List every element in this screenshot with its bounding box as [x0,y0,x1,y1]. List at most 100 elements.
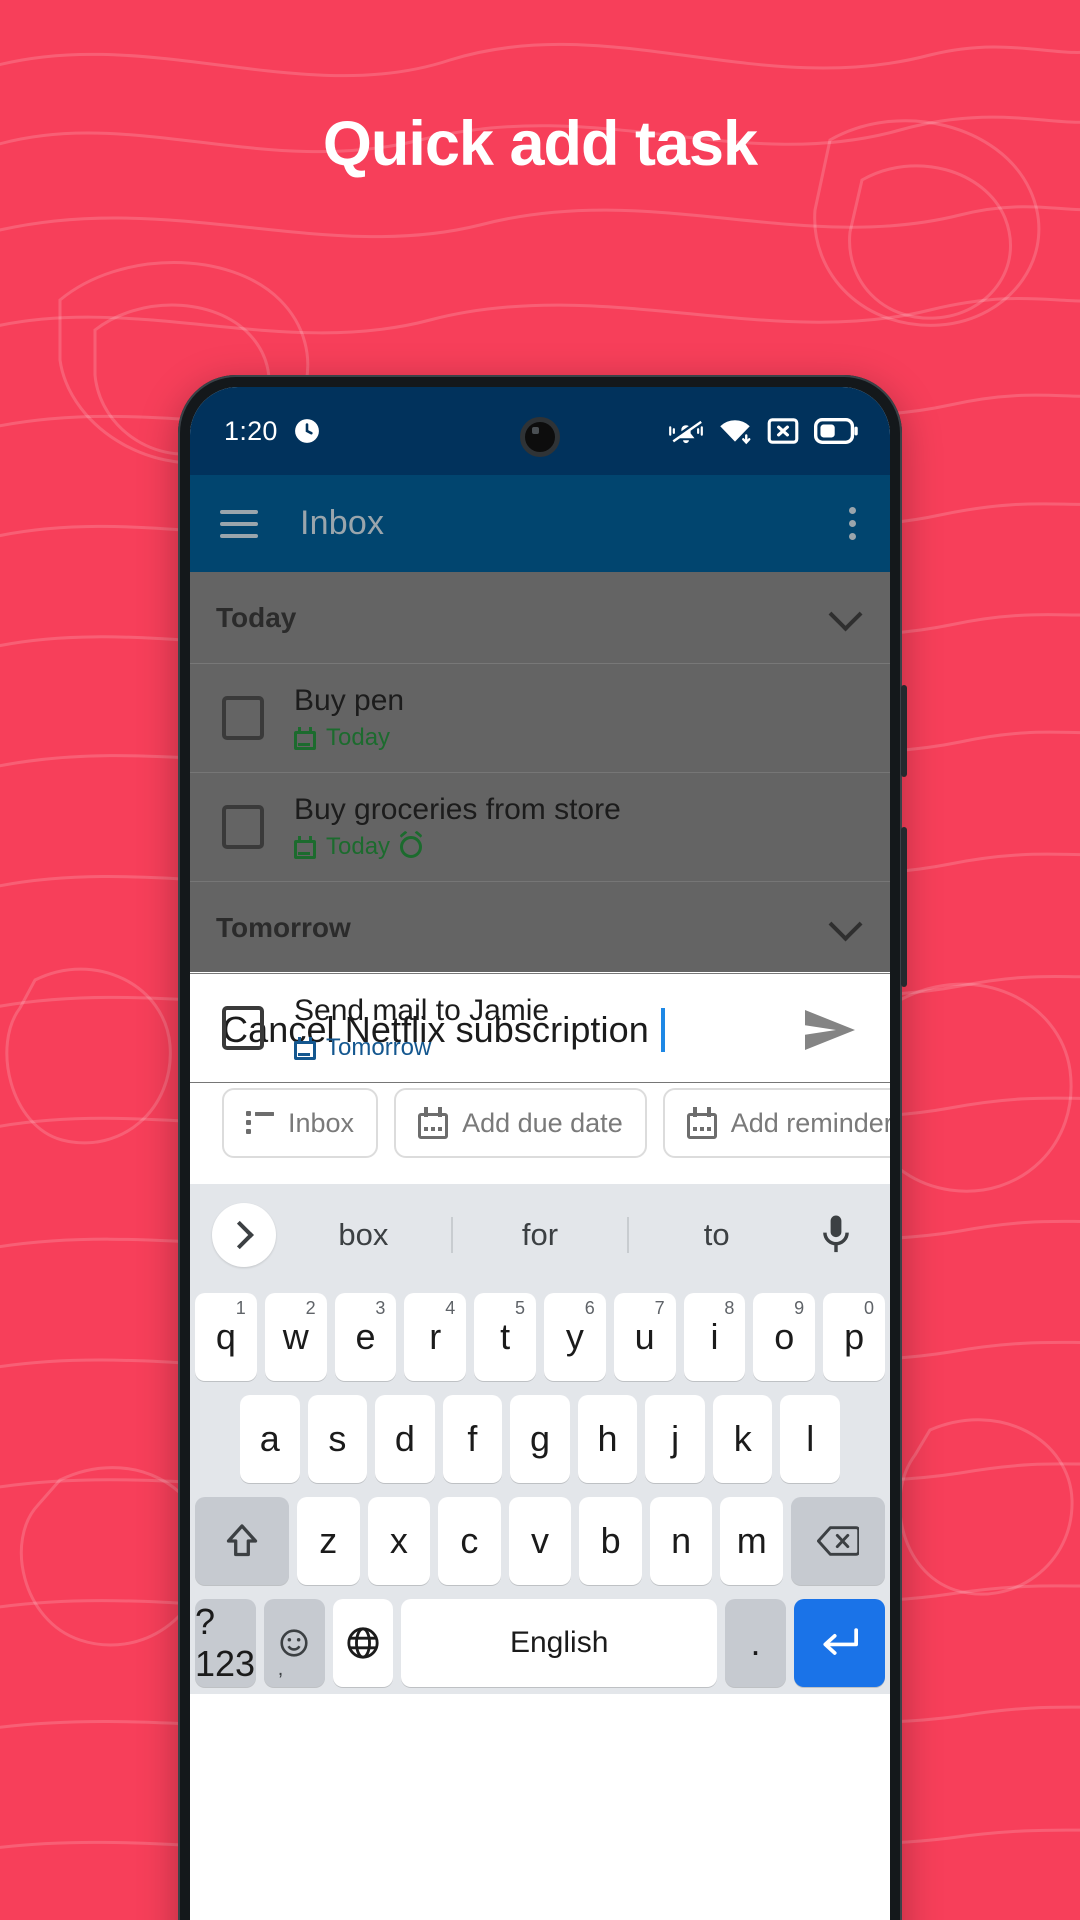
emoji-icon[interactable]: , [263,1599,325,1687]
task-title: Buy pen [294,684,405,717]
chip-add-reminder[interactable]: Add reminder [662,1088,890,1158]
task-meta: Today [294,724,404,752]
task-due-date: Tomorrow [326,1034,432,1061]
chip-label: Inbox [288,1107,355,1138]
globe-icon[interactable] [332,1599,394,1687]
suggestion-word[interactable]: for [450,1217,628,1253]
task-content: Buy groceries from store Today [294,793,621,861]
microphone-icon[interactable] [804,1214,868,1256]
key-label: p [844,1316,865,1357]
key-b[interactable]: b [579,1497,642,1585]
key-number: 9 [794,1298,805,1318]
calendar-icon [294,835,316,859]
suggestion-word[interactable]: to [627,1217,804,1253]
section-header-tomorrow[interactable]: Tomorrow [190,882,890,974]
task-list: Today Buy pen Today Buy groceries from s… [190,572,890,1083]
key-y[interactable]: y6 [544,1293,606,1381]
section-title: Tomorrow [216,911,351,943]
key-e[interactable]: e3 [334,1293,397,1381]
task-row[interactable]: Buy pen Today [190,664,890,773]
key-q[interactable]: q1 [195,1293,257,1381]
key-i[interactable]: i8 [683,1293,746,1381]
suggestion-word[interactable]: box [276,1217,451,1253]
phone-volume-button [901,685,907,777]
key-label: i [710,1316,719,1357]
task-content: Send mail to Jamie Tomorrow [294,994,549,1062]
key-symbols[interactable]: ?123 [195,1599,256,1687]
chip-project-inbox[interactable]: Inbox [222,1088,379,1158]
task-title: Buy groceries from store [294,793,621,826]
task-row[interactable]: Send mail to Jamie Tomorrow [190,974,890,1083]
list-icon [246,1111,274,1134]
backspace-icon[interactable] [791,1497,885,1585]
task-due-date: Today [326,833,391,860]
key-x[interactable]: x [367,1497,431,1585]
task-row[interactable]: Buy groceries from store Today [190,773,890,882]
key-r[interactable]: r4 [404,1293,467,1381]
phone-power-button [901,827,907,987]
key-a[interactable]: a [239,1395,300,1483]
space-key[interactable]: English [401,1599,718,1687]
phone-mockup: 1:20 Inbox Today Buy pen Today Buy groce… [178,375,907,1920]
key-f[interactable]: f [442,1395,503,1483]
key-label: t [500,1316,511,1357]
key-period[interactable]: . [725,1599,786,1687]
key-p[interactable]: p0 [823,1293,885,1381]
promo-title: Quick add task [322,109,758,179]
more-vertical-icon[interactable] [849,507,856,540]
hamburger-menu-icon[interactable] [220,509,258,538]
key-n[interactable]: n [649,1497,713,1585]
task-checkbox[interactable] [222,805,264,849]
key-k[interactable]: k [712,1395,773,1483]
key-number: 5 [514,1298,525,1318]
key-number: 6 [584,1298,595,1318]
key-number: 8 [724,1298,735,1318]
keyboard-row-2: a s d f g h j k l [190,1388,890,1490]
task-content: Buy pen Today [294,684,404,752]
chip-add-due-date[interactable]: Add due date [394,1088,647,1158]
key-label: q [215,1316,236,1357]
keyboard-row-4: ?123 , English . [190,1592,890,1694]
key-label: u [634,1316,655,1357]
key-label: e [355,1316,376,1357]
vibrate-off-icon [669,419,703,444]
task-meta: Tomorrow [294,1034,549,1062]
key-s[interactable]: s [307,1395,368,1483]
key-l[interactable]: l [780,1395,841,1483]
phone-screen: 1:20 Inbox Today Buy pen Today Buy groce… [190,387,890,1920]
key-w[interactable]: w2 [264,1293,327,1381]
key-h[interactable]: h [577,1395,638,1483]
chevron-right-icon[interactable] [212,1203,276,1267]
calendar-icon [418,1107,449,1139]
task-checkbox[interactable] [222,696,264,740]
key-number: 3 [375,1298,386,1318]
key-t[interactable]: t5 [474,1293,536,1381]
alarm-icon [400,836,423,858]
key-o[interactable]: o9 [753,1293,816,1381]
enter-icon[interactable] [793,1599,886,1687]
calendar-clock-icon [686,1107,717,1139]
task-due-date: Today [326,724,391,751]
task-checkbox[interactable] [222,1006,264,1050]
suggestion-strip: box for to [190,1184,890,1286]
status-time: 1:20 [224,415,278,446]
key-number: 1 [235,1298,246,1318]
key-j[interactable]: j [645,1395,705,1483]
key-d[interactable]: d [375,1395,435,1483]
key-number: 0 [863,1298,874,1318]
key-label: r [429,1316,442,1357]
no-sim-icon [767,418,799,444]
key-v[interactable]: v [508,1497,572,1585]
camera-punch-hole [520,417,560,457]
shift-icon[interactable] [195,1497,289,1585]
key-g[interactable]: g [510,1395,570,1483]
chevron-down-icon[interactable] [828,906,863,941]
chevron-down-icon[interactable] [828,596,863,631]
key-z[interactable]: z [296,1497,360,1585]
calendar-icon [294,726,316,750]
chip-label: Add reminder [730,1107,890,1138]
key-u[interactable]: u7 [613,1293,676,1381]
key-c[interactable]: c [438,1497,501,1585]
key-m[interactable]: m [720,1497,784,1585]
section-header-today[interactable]: Today [190,572,890,664]
